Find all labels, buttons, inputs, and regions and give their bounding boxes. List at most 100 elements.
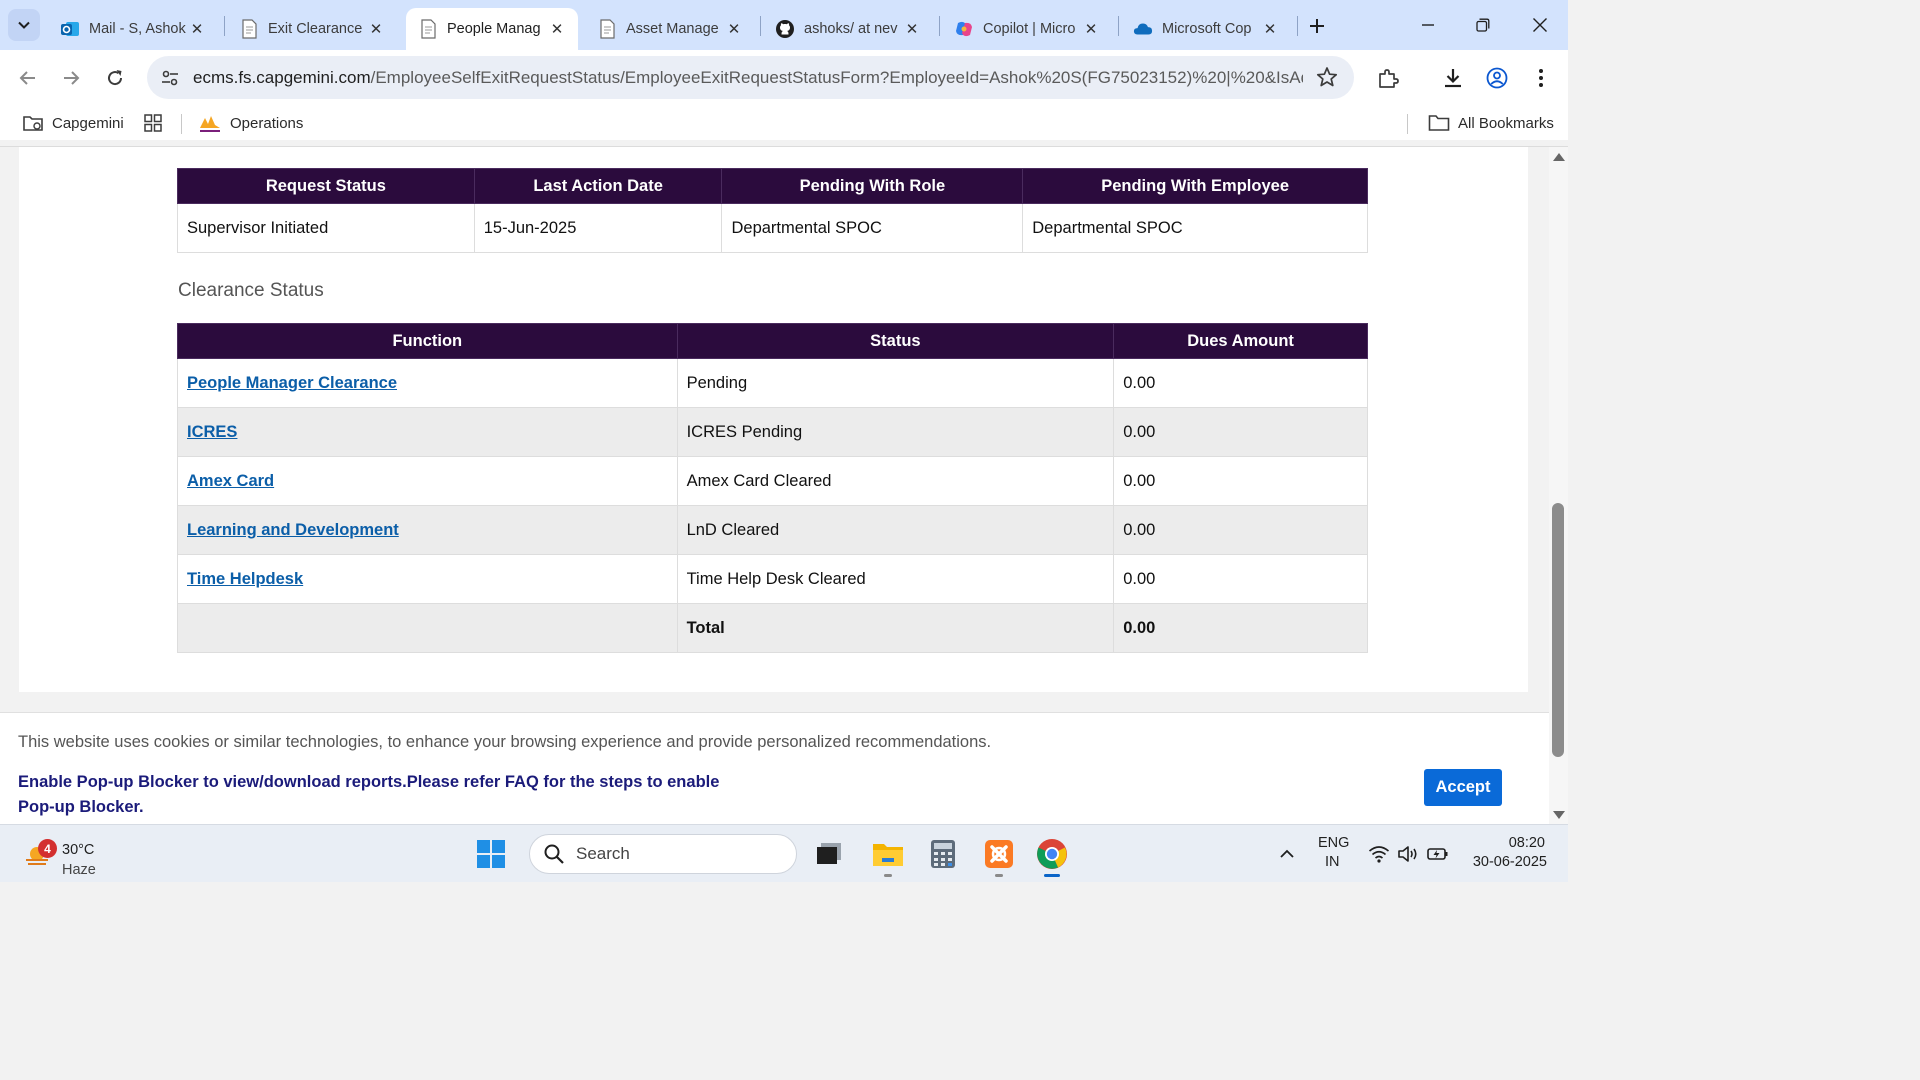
tab-label: Exit Clearance bbox=[268, 21, 363, 37]
learning-and-development-link[interactable]: Learning and Development bbox=[187, 521, 399, 539]
people-manager-clearance-link[interactable]: People Manager Clearance bbox=[187, 374, 397, 392]
close-icon[interactable]: ✕ bbox=[901, 18, 923, 40]
tab-label: Microsoft Cop bbox=[1162, 21, 1252, 37]
weather-widget[interactable]: 4 30°C Haze bbox=[22, 833, 122, 878]
amex-card-link[interactable]: Amex Card bbox=[187, 472, 274, 490]
tab-label: Mail - S, Ashok bbox=[89, 21, 186, 37]
pending-employee-cell: Departmental SPOC bbox=[1022, 203, 1368, 253]
folder-icon bbox=[1428, 114, 1450, 132]
taskbar-search[interactable]: Search bbox=[529, 834, 797, 874]
pending-role-cell: Departmental SPOC bbox=[721, 203, 1024, 253]
github-icon bbox=[775, 19, 795, 39]
cookie-banner: This website uses cookies or similar tec… bbox=[0, 712, 1549, 824]
time-helpdesk-link[interactable]: Time Helpdesk bbox=[187, 570, 303, 588]
extensions-button[interactable] bbox=[1374, 64, 1402, 92]
status-cell: Amex Card Cleared bbox=[676, 456, 1115, 506]
dues-cell: 0.00 bbox=[1113, 505, 1368, 555]
column-header: Status bbox=[676, 323, 1115, 359]
file-explorer-button[interactable] bbox=[868, 834, 908, 877]
bookmarks-bar: Capgemini Operations All Bookmarks bbox=[0, 106, 1568, 140]
tab-mail[interactable]: Mail - S, Ashok ✕ bbox=[48, 8, 218, 50]
bookmark-label: Capgemini bbox=[52, 114, 124, 132]
status-cell: Pending bbox=[676, 358, 1115, 408]
function-cell: Amex Card bbox=[177, 456, 678, 506]
task-view-icon bbox=[817, 843, 841, 864]
clearance-status-title: Clearance Status bbox=[178, 280, 324, 301]
menu-button[interactable] bbox=[1527, 64, 1555, 92]
wifi-icon[interactable] bbox=[1368, 843, 1390, 865]
request-status-table: Request Status Last Action Date Pending … bbox=[177, 168, 1368, 253]
volume-icon[interactable] bbox=[1397, 843, 1419, 865]
site-info-icon[interactable] bbox=[159, 67, 181, 89]
close-icon[interactable]: ✕ bbox=[1259, 18, 1281, 40]
accept-cookies-button[interactable]: Accept bbox=[1424, 769, 1502, 806]
bookmark-star-icon[interactable] bbox=[1316, 66, 1338, 88]
document-icon bbox=[418, 19, 438, 39]
language-indicator[interactable]: ENG IN bbox=[1318, 835, 1349, 870]
forward-button[interactable] bbox=[55, 62, 87, 94]
tab-copilot[interactable]: Copilot | Micro ✕ bbox=[942, 8, 1112, 50]
apps-grid-button[interactable] bbox=[143, 111, 171, 135]
all-bookmarks-button[interactable]: All Bookmarks bbox=[1428, 111, 1554, 135]
onedrive-icon bbox=[1133, 19, 1153, 39]
reload-button[interactable] bbox=[99, 62, 131, 94]
profile-button[interactable] bbox=[1483, 64, 1511, 92]
clock[interactable]: 08:20 30-06-2025 bbox=[1469, 835, 1547, 870]
new-tab-button[interactable] bbox=[1302, 12, 1332, 40]
content-card: Request Status Last Action Date Pending … bbox=[19, 147, 1528, 692]
page-viewport: Request Status Last Action Date Pending … bbox=[0, 147, 1549, 824]
xampp-icon bbox=[985, 840, 1013, 868]
restore-icon bbox=[1476, 18, 1490, 32]
bookmark-capgemini[interactable]: Capgemini bbox=[22, 111, 124, 135]
tab-separator bbox=[760, 16, 761, 36]
notification-badge: 4 bbox=[38, 839, 57, 858]
tab-github[interactable]: ashoks/ at nev ✕ bbox=[763, 8, 933, 50]
battery-charging-icon[interactable] bbox=[1427, 843, 1449, 865]
tab-search-button[interactable] bbox=[8, 9, 40, 41]
downloads-button[interactable] bbox=[1439, 64, 1467, 92]
back-button[interactable] bbox=[12, 62, 44, 94]
running-indicator bbox=[884, 874, 892, 877]
icres-link[interactable]: ICRES bbox=[187, 423, 237, 441]
scroll-down-arrow-icon[interactable] bbox=[1553, 811, 1565, 819]
url-text: ecms.fs.capgemini.com/EmployeeSelfExitRe… bbox=[193, 68, 1303, 88]
show-hidden-icons-button[interactable] bbox=[1276, 843, 1298, 865]
close-icon[interactable]: ✕ bbox=[546, 18, 568, 40]
close-icon[interactable]: ✕ bbox=[365, 18, 387, 40]
dues-cell: 0.00 bbox=[1113, 456, 1368, 506]
calculator-button[interactable] bbox=[923, 834, 963, 874]
weather-condition: Haze bbox=[62, 862, 96, 878]
close-icon[interactable]: ✕ bbox=[1080, 18, 1102, 40]
task-view-button[interactable] bbox=[809, 834, 849, 874]
close-icon[interactable]: ✕ bbox=[186, 18, 208, 40]
tab-exit-clearance[interactable]: Exit Clearance ✕ bbox=[227, 8, 397, 50]
pma-logo-icon bbox=[198, 113, 222, 133]
table-header-row: Request Status Last Action Date Pending … bbox=[177, 168, 1368, 204]
scrollbar-thumb[interactable] bbox=[1552, 503, 1564, 757]
scroll-up-arrow-icon[interactable] bbox=[1553, 153, 1565, 161]
xampp-button[interactable] bbox=[979, 834, 1019, 877]
chrome-button[interactable] bbox=[1032, 834, 1072, 877]
vertical-scrollbar[interactable] bbox=[1549, 147, 1568, 824]
request-status-cell: Supervisor Initiated bbox=[177, 203, 475, 253]
address-bar[interactable]: ecms.fs.capgemini.com/EmployeeSelfExitRe… bbox=[147, 56, 1354, 99]
minimize-button[interactable] bbox=[1408, 8, 1448, 42]
tab-microsoft-copilot[interactable]: Microsoft Cop ✕ bbox=[1121, 8, 1291, 50]
close-icon[interactable]: ✕ bbox=[723, 18, 745, 40]
search-placeholder: Search bbox=[576, 844, 630, 863]
close-window-button[interactable] bbox=[1520, 8, 1560, 42]
bookmark-operations[interactable]: Operations bbox=[198, 111, 303, 135]
dues-cell: 0.00 bbox=[1113, 554, 1368, 604]
tab-people-manager[interactable]: People Manag ✕ bbox=[406, 8, 578, 50]
start-button[interactable] bbox=[471, 834, 511, 874]
tab-asset-management[interactable]: Asset Manage ✕ bbox=[585, 8, 755, 50]
browser-toolbar: ecms.fs.capgemini.com/EmployeeSelfExitRe… bbox=[0, 50, 1568, 106]
table-header-row: Function Status Dues Amount bbox=[177, 323, 1368, 359]
chrome-icon bbox=[1037, 839, 1067, 869]
table-row: Time Helpdesk Time Help Desk Cleared 0.0… bbox=[177, 554, 1368, 604]
tab-separator bbox=[939, 16, 940, 36]
search-icon bbox=[544, 844, 564, 864]
arrow-right-icon bbox=[64, 71, 80, 85]
restore-button[interactable] bbox=[1463, 8, 1503, 42]
calculator-icon bbox=[931, 840, 955, 868]
